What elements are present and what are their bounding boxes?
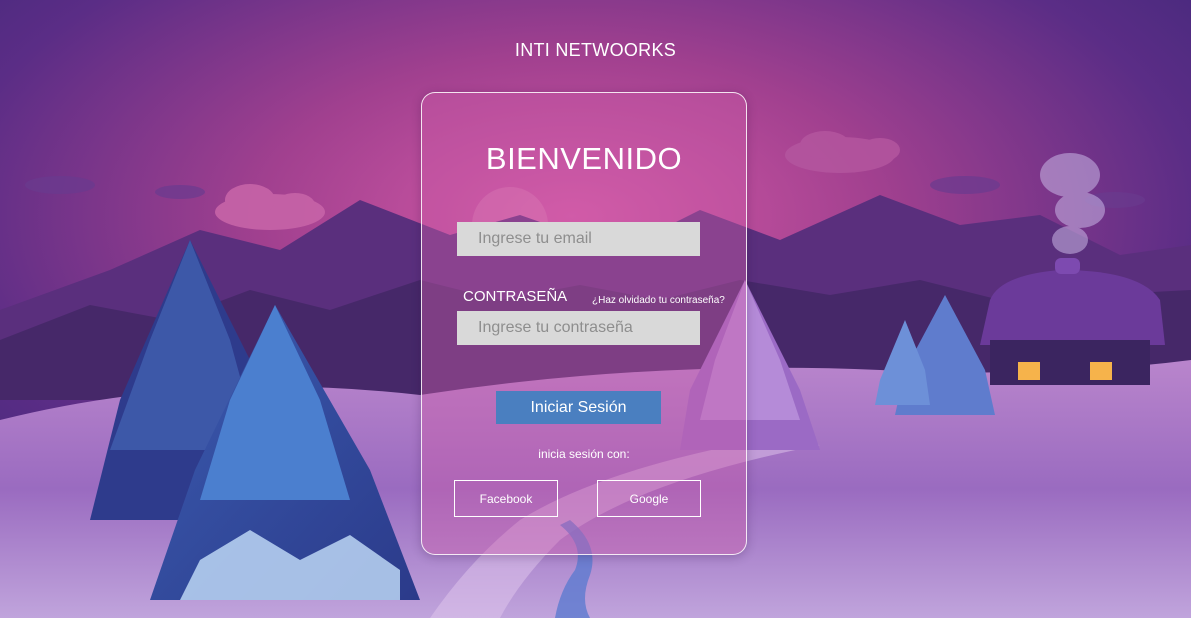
facebook-login-button[interactable]: Facebook xyxy=(454,480,558,517)
email-field[interactable] xyxy=(457,222,700,256)
forgot-password-link[interactable]: ¿Haz olvidado tu contraseña? xyxy=(592,295,725,306)
google-login-button[interactable]: Google xyxy=(597,480,701,517)
brand-title: INTI NETWOORKS xyxy=(514,40,677,60)
password-label: CONTRASEÑA xyxy=(463,288,568,305)
welcome-heading: BIENVENIDO xyxy=(485,141,683,176)
password-field[interactable] xyxy=(457,311,700,345)
login-card: BIENVENIDO CONTRASEÑA ¿Haz olvidado tu c… xyxy=(421,92,747,555)
social-login-prompt: inicia sesión con: xyxy=(538,447,630,461)
login-button[interactable]: Iniciar Sesión xyxy=(496,391,661,424)
